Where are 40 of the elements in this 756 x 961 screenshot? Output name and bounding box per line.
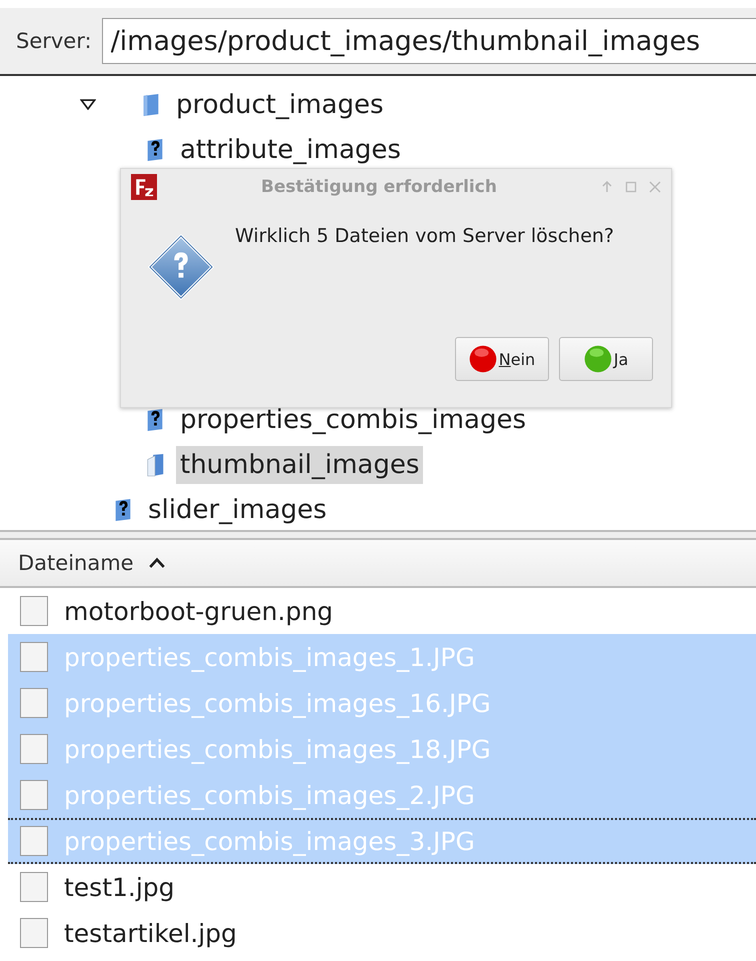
column-header[interactable]: Dateiname: [18, 551, 134, 575]
file-row[interactable]: test1.jpg: [8, 864, 756, 910]
file-name: properties_combis_images_16.JPG: [64, 688, 491, 718]
tree-item[interactable]: product_images: [172, 86, 388, 124]
maximize-icon[interactable]: [625, 181, 637, 193]
file-row[interactable]: testartikel.jpg: [8, 910, 756, 956]
tree-item[interactable]: slider_images: [144, 490, 331, 528]
file-name: properties_combis_images_18.JPG: [64, 734, 491, 764]
file-name: properties_combis_images_3.JPG: [64, 826, 475, 856]
up-arrow-icon[interactable]: [601, 181, 613, 193]
file-icon: [20, 734, 48, 764]
file-icon: [20, 872, 48, 902]
file-row[interactable]: motorboot-gruen.png: [8, 588, 756, 634]
dialog-message: Wirklich 5 Dateien vom Server löschen?: [235, 225, 614, 247]
tree-item[interactable]: thumbnail_images: [176, 446, 424, 484]
sort-caret-icon[interactable]: [148, 557, 166, 569]
go-ball-icon: [584, 345, 612, 373]
tree-item[interactable]: attribute_images: [176, 130, 405, 168]
file-name: motorboot-gruen.png: [64, 596, 334, 626]
app-logo-icon: [131, 174, 157, 200]
pane-splitter[interactable]: [0, 530, 756, 540]
file-name: properties_combis_images_1.JPG: [64, 642, 475, 672]
file-icon: [20, 918, 48, 948]
stop-ball-icon: [468, 345, 497, 373]
yes-button[interactable]: Ja: [559, 337, 653, 381]
file-icon: [20, 688, 48, 718]
file-name: properties_combis_images_2.JPG: [64, 780, 475, 810]
dialog-title: Bestätigung erforderlich: [260, 177, 498, 197]
file-name: test1.jpg: [64, 872, 175, 902]
question-diamond-icon: [147, 233, 215, 301]
server-label: Server:: [16, 29, 92, 53]
collapse-triangle-icon[interactable]: [80, 99, 96, 110]
file-icon: [20, 642, 48, 672]
file-name: testartikel.jpg: [64, 918, 237, 948]
file-icon: [20, 596, 48, 626]
close-icon[interactable]: [649, 181, 661, 193]
server-path-field[interactable]: /images/product_images/thumbnail_images: [102, 18, 756, 64]
file-icon: [20, 780, 48, 810]
file-icon: [20, 826, 48, 856]
no-button[interactable]: Nein: [455, 337, 549, 381]
